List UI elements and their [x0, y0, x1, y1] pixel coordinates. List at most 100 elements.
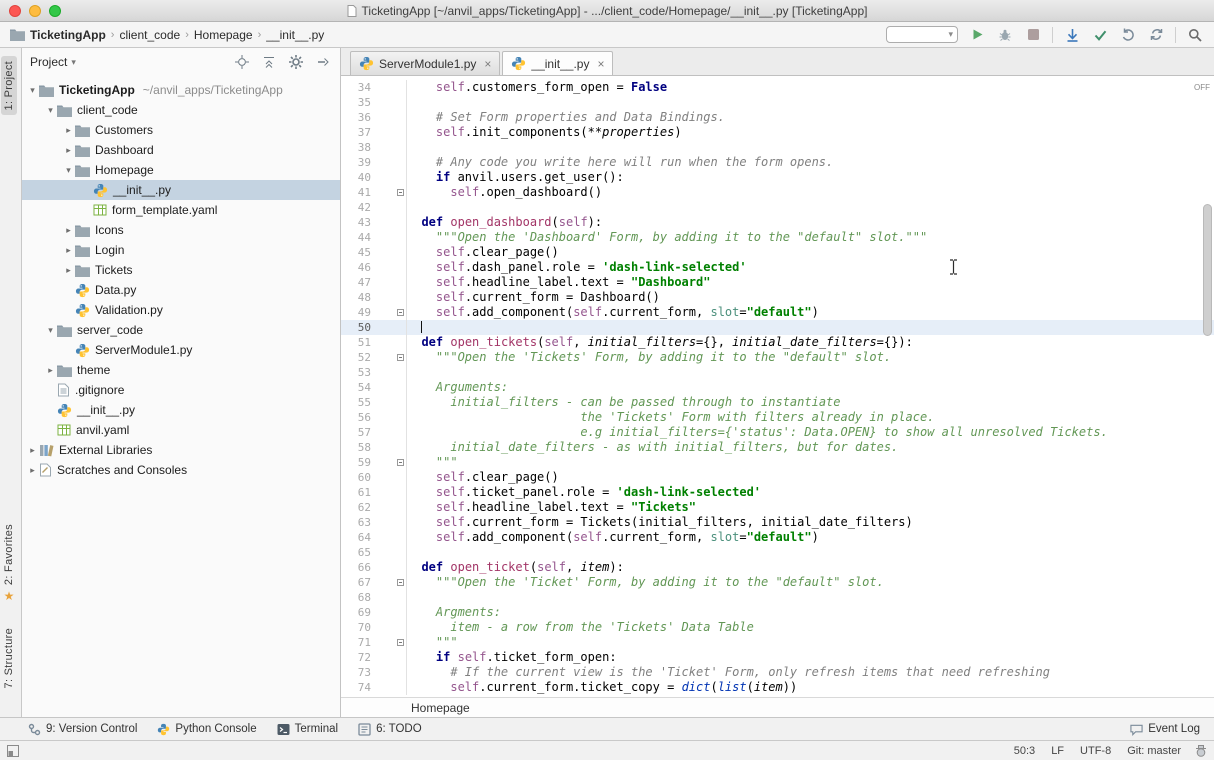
- fold-marker-icon[interactable]: [397, 459, 404, 466]
- code-line-69[interactable]: 69 Argments:: [341, 605, 1214, 620]
- breadcrumb-item-homepage[interactable]: Homepage: [194, 28, 253, 42]
- tree-item-form-template-yaml[interactable]: form_template.yaml: [22, 200, 340, 220]
- search-everywhere-button[interactable]: [1186, 26, 1204, 44]
- tab-servermodule1-py[interactable]: ServerModule1.py×: [350, 51, 500, 75]
- tree-item-gitignore[interactable]: .gitignore: [22, 380, 340, 400]
- tool-stripe-favorites[interactable]: 2: Favorites ★: [1, 519, 17, 606]
- chevron-right-icon[interactable]: ▸: [62, 145, 75, 156]
- code-line-43[interactable]: 43 def open_dashboard(self):: [341, 215, 1214, 230]
- hector-icon[interactable]: [1195, 745, 1207, 757]
- stop-button[interactable]: [1024, 26, 1042, 44]
- code-line-71[interactable]: 71 """: [341, 635, 1214, 650]
- close-window-button[interactable]: [9, 5, 21, 17]
- fold-marker-icon[interactable]: [397, 639, 404, 646]
- tree-item-server-code[interactable]: ▾server_code: [22, 320, 340, 340]
- chevron-down-icon[interactable]: ▾: [26, 85, 39, 96]
- tool-stripe-project[interactable]: 1: Project: [1, 56, 17, 115]
- chevron-right-icon[interactable]: ▸: [26, 445, 39, 456]
- toolwindow-button-terminal[interactable]: Terminal: [277, 723, 338, 736]
- code-line-44[interactable]: 44 """Open the 'Dashboard' Form, by addi…: [341, 230, 1214, 245]
- settings-gear-button[interactable]: [287, 53, 305, 71]
- code-line-55[interactable]: 55 initial_filters - can be passed throu…: [341, 395, 1214, 410]
- run-button[interactable]: [968, 26, 986, 44]
- close-tab-icon[interactable]: ×: [484, 57, 491, 71]
- fold-marker-icon[interactable]: [397, 579, 404, 586]
- tab-init-py[interactable]: __init__.py×: [502, 51, 613, 75]
- editor-scrollbar[interactable]: [1203, 204, 1212, 336]
- code-line-39[interactable]: 39 # Any code you write here will run wh…: [341, 155, 1214, 170]
- tree-item-client-code[interactable]: ▾client_code: [22, 100, 340, 120]
- chevron-right-icon[interactable]: ▸: [62, 125, 75, 136]
- code-line-65[interactable]: 65: [341, 545, 1214, 560]
- breadcrumb-item-init-py[interactable]: __init__.py: [266, 28, 324, 42]
- fold-marker-icon[interactable]: [397, 309, 404, 316]
- sync-button[interactable]: [1147, 26, 1165, 44]
- code-line-58[interactable]: 58 initial_date_filters - as with initia…: [341, 440, 1214, 455]
- chevron-right-icon[interactable]: ▸: [62, 225, 75, 236]
- tree-item-init-py[interactable]: __init__.py: [22, 400, 340, 420]
- code-line-74[interactable]: 74 self.current_form.ticket_copy = dict(…: [341, 680, 1214, 695]
- code-line-52[interactable]: 52 """Open the 'Tickets' Form, by adding…: [341, 350, 1214, 365]
- code-line-47[interactable]: 47 self.headline_label.text = "Dashboard…: [341, 275, 1214, 290]
- tree-item-customers[interactable]: ▸Customers: [22, 120, 340, 140]
- code-line-70[interactable]: 70 item - a row from the 'Tickets' Data …: [341, 620, 1214, 635]
- toolwindow-button-9-version-control[interactable]: 9: Version Control: [28, 723, 137, 736]
- status-caret-position[interactable]: 50:3: [1014, 745, 1035, 757]
- code-line-73[interactable]: 73 # If the current view is the 'Ticket'…: [341, 665, 1214, 680]
- tree-item-scratches-and-consoles[interactable]: ▸Scratches and Consoles: [22, 460, 340, 480]
- tree-item-validation-py[interactable]: Validation.py: [22, 300, 340, 320]
- tree-item-init-py[interactable]: __init__.py: [22, 180, 340, 200]
- chevron-right-icon[interactable]: ▸: [44, 365, 57, 376]
- code-line-66[interactable]: 66 def open_ticket(self, item):: [341, 560, 1214, 575]
- tree-item-servermodule1-py[interactable]: ServerModule1.py: [22, 340, 340, 360]
- code-line-67[interactable]: 67 """Open the 'Ticket' Form, by adding …: [341, 575, 1214, 590]
- code-line-35[interactable]: 35: [341, 95, 1214, 110]
- code-line-50[interactable]: 50: [341, 320, 1214, 335]
- tree-item-dashboard[interactable]: ▸Dashboard: [22, 140, 340, 160]
- breadcrumb-item-ticketingapp[interactable]: TicketingApp: [30, 28, 106, 42]
- code-line-38[interactable]: 38: [341, 140, 1214, 155]
- code-line-46[interactable]: 46 self.dash_panel.role = 'dash-link-sel…: [341, 260, 1214, 275]
- code-line-63[interactable]: 63 self.current_form = Tickets(initial_f…: [341, 515, 1214, 530]
- tree-item-ticketingapp[interactable]: ▾TicketingApp~/anvil_apps/TicketingApp: [22, 80, 340, 100]
- code-line-62[interactable]: 62 self.headline_label.text = "Tickets": [341, 500, 1214, 515]
- code-line-64[interactable]: 64 self.add_component(self.current_form,…: [341, 530, 1214, 545]
- zoom-window-button[interactable]: [49, 5, 61, 17]
- status-encoding[interactable]: UTF-8: [1080, 745, 1111, 757]
- code-line-72[interactable]: 72 if self.ticket_form_open:: [341, 650, 1214, 665]
- chevron-right-icon[interactable]: ▸: [62, 245, 75, 256]
- debug-button[interactable]: [996, 26, 1014, 44]
- code-line-56[interactable]: 56 the 'Tickets' Form with filters alrea…: [341, 410, 1214, 425]
- project-panel-title[interactable]: Project ▾: [30, 55, 76, 69]
- inspection-indicator[interactable]: OFF: [1194, 80, 1210, 95]
- code-line-53[interactable]: 53: [341, 365, 1214, 380]
- toolwindow-button-python-console[interactable]: Python Console: [157, 723, 256, 736]
- code-line-45[interactable]: 45 self.clear_page(): [341, 245, 1214, 260]
- tree-item-login[interactable]: ▸Login: [22, 240, 340, 260]
- locate-button[interactable]: [233, 53, 251, 71]
- run-config-select[interactable]: ▾: [886, 26, 958, 43]
- code-line-54[interactable]: 54 Arguments:: [341, 380, 1214, 395]
- chevron-down-icon[interactable]: ▾: [44, 105, 57, 116]
- chevron-down-icon[interactable]: ▾: [62, 165, 75, 176]
- tree-item-tickets[interactable]: ▸Tickets: [22, 260, 340, 280]
- code-line-59[interactable]: 59 """: [341, 455, 1214, 470]
- fold-marker-icon[interactable]: [397, 354, 404, 361]
- code-line-42[interactable]: 42: [341, 200, 1214, 215]
- editor-breadcrumb-item[interactable]: Homepage: [411, 701, 470, 715]
- chevron-right-icon[interactable]: ▸: [62, 265, 75, 276]
- code-line-34[interactable]: 34 self.customers_form_open = False: [341, 80, 1214, 95]
- code-line-57[interactable]: 57 e.g initial_filters={'status': Data.O…: [341, 425, 1214, 440]
- code-line-36[interactable]: 36 # Set Form properties and Data Bindin…: [341, 110, 1214, 125]
- code-line-51[interactable]: 51 def open_tickets(self, initial_filter…: [341, 335, 1214, 350]
- chevron-right-icon[interactable]: ▸: [26, 465, 39, 476]
- code-line-60[interactable]: 60 self.clear_page(): [341, 470, 1214, 485]
- vcs-update-button[interactable]: [1063, 26, 1081, 44]
- toolwindow-button-event-log[interactable]: Event Log: [1130, 723, 1200, 736]
- code-line-61[interactable]: 61 self.ticket_panel.role = 'dash-link-s…: [341, 485, 1214, 500]
- code-line-68[interactable]: 68: [341, 590, 1214, 605]
- toolwindow-button-6-todo[interactable]: 6: TODO: [358, 723, 422, 736]
- code-line-49[interactable]: 49 self.add_component(self.current_form,…: [341, 305, 1214, 320]
- status-git-branch[interactable]: Git: master: [1127, 745, 1181, 757]
- minimize-window-button[interactable]: [29, 5, 41, 17]
